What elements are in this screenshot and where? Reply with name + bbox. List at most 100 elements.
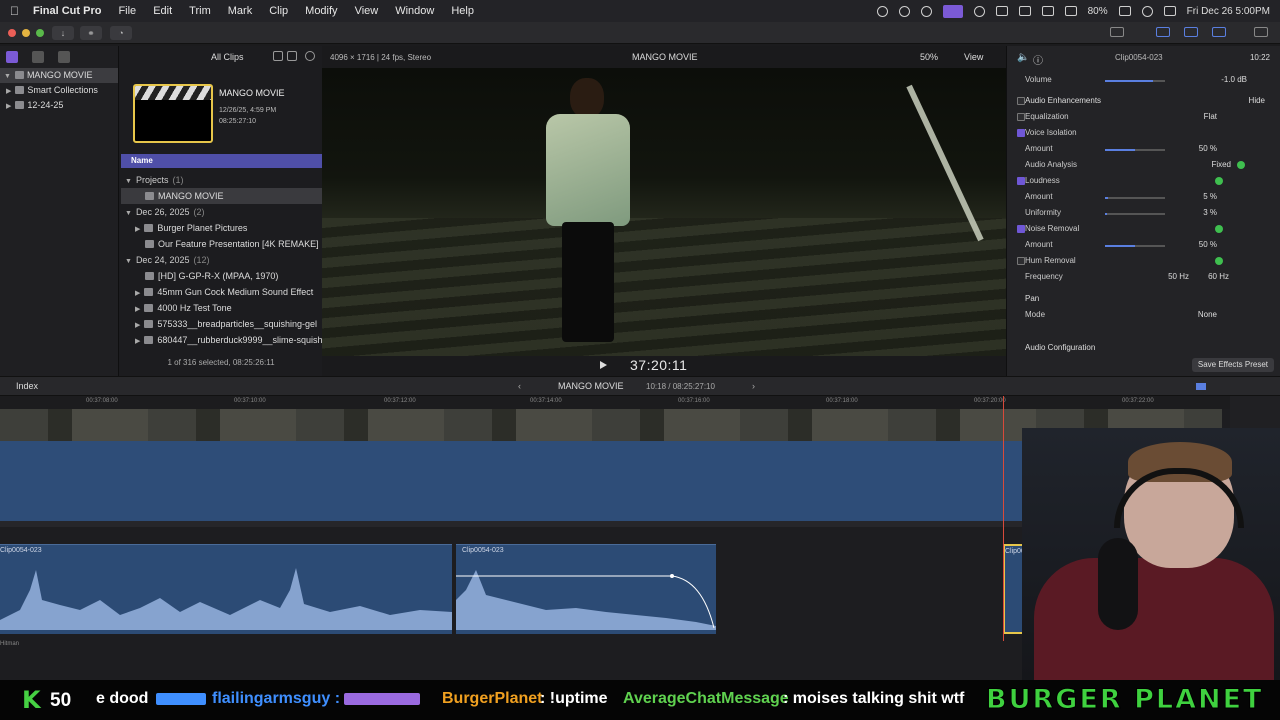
menu-trim[interactable]: Trim xyxy=(189,5,211,17)
disclosure-open-icon[interactable]: ▼ xyxy=(125,178,132,185)
list-item[interactable]: Our Feature Presentation [4K REMAKE] xyxy=(121,236,323,252)
apple-icon[interactable]:  xyxy=(10,4,19,18)
clock[interactable]: Fri Dec 26 5:00PM xyxy=(1187,6,1270,17)
menu-modify[interactable]: Modify xyxy=(305,5,337,17)
voice-isolation-slider[interactable] xyxy=(1105,149,1165,151)
disclosure-closed-icon[interactable]: ▶ xyxy=(135,226,140,233)
disclosure-closed-icon[interactable]: ▶ xyxy=(135,338,140,345)
disclosure-open-icon[interactable]: ▼ xyxy=(125,258,132,265)
audio-inspector-icon[interactable]: 🔈 xyxy=(1017,52,1029,63)
volume-slider[interactable] xyxy=(1105,80,1165,82)
name-column-header[interactable]: Name xyxy=(121,154,323,168)
menu-help[interactable]: Help xyxy=(451,5,474,17)
history-forward-icon[interactable]: › xyxy=(752,381,755,391)
menu-edit[interactable]: Edit xyxy=(153,5,172,17)
close-window-button[interactable] xyxy=(8,29,16,37)
project-thumbnail[interactable] xyxy=(133,84,213,143)
loudness-amount-slider[interactable] xyxy=(1105,197,1165,199)
history-back-icon[interactable]: ‹ xyxy=(518,381,521,391)
keywords-button[interactable]: ⚭ xyxy=(80,26,102,40)
volume-value[interactable]: -1.0 dB xyxy=(1221,75,1247,84)
photos-audio-tab-icon[interactable] xyxy=(32,51,44,63)
hide-button[interactable]: Hide xyxy=(1249,96,1265,105)
screen-share-icon[interactable] xyxy=(942,4,963,18)
background-tasks-button[interactable]: ◔ xyxy=(110,26,132,40)
disclosure-closed-icon[interactable]: ▶ xyxy=(135,322,140,329)
sidebar-item-library[interactable]: ▼ MANGO MOVIE xyxy=(0,68,118,83)
sidebar-item-event[interactable]: ▶ 12-24-25 xyxy=(0,98,118,113)
list-view-icon[interactable] xyxy=(287,51,297,61)
list-item[interactable]: ▶ 4000 Hz Test Tone xyxy=(121,300,323,316)
list-item[interactable]: ▶ 680447__rubberduck9999__slime-squish xyxy=(121,332,323,348)
list-item-group[interactable]: ▼ Dec 26, 2025 (2) xyxy=(121,204,323,220)
workspace-icon[interactable] xyxy=(1110,27,1124,37)
search-icon[interactable] xyxy=(305,51,315,61)
volume-icon[interactable] xyxy=(995,6,1008,16)
view-menu[interactable]: View xyxy=(964,52,983,62)
time-ruler[interactable]: 00:37:08:00 00:37:10:00 00:37:12:00 00:3… xyxy=(0,396,1230,409)
enhancements-toggle[interactable] xyxy=(1017,97,1025,105)
info-icon[interactable]: ⓘ xyxy=(1033,52,1043,67)
menu-mark[interactable]: Mark xyxy=(228,5,252,17)
disclosure-closed-icon[interactable]: ▶ xyxy=(135,290,140,297)
snapping-icon[interactable] xyxy=(1196,383,1206,390)
uniformity-slider[interactable] xyxy=(1105,213,1165,215)
hum-removal-checkbox[interactable] xyxy=(1017,257,1025,265)
disclosure-closed-icon[interactable]: ▶ xyxy=(135,306,140,313)
play-button[interactable] xyxy=(600,361,607,369)
library-toggle-icon[interactable] xyxy=(1156,27,1170,37)
zoom-window-button[interactable] xyxy=(36,29,44,37)
battery-icon[interactable] xyxy=(1118,6,1131,16)
menu-clip[interactable]: Clip xyxy=(269,5,288,17)
noise-removal-amount[interactable]: 50 % xyxy=(1199,240,1217,249)
list-item[interactable]: ▶ 45mm Gun Cock Medium Sound Effect xyxy=(121,284,323,300)
titles-generators-tab-icon[interactable] xyxy=(58,51,70,63)
menu-window[interactable]: Window xyxy=(395,5,434,17)
timeline-toggle-icon[interactable] xyxy=(1184,27,1198,37)
clip-filter-select[interactable]: All Clips xyxy=(211,52,244,62)
control-center-icon[interactable] xyxy=(1163,6,1176,16)
timecode-display[interactable]: 37:20:11 xyxy=(630,357,687,373)
libraries-tab-icon[interactable] xyxy=(6,51,18,63)
audio-clip[interactable]: Clip0054-023 xyxy=(456,544,716,634)
sidebar-item-smart-collections[interactable]: ▶ Smart Collections xyxy=(0,83,118,98)
menu-view[interactable]: View xyxy=(355,5,379,17)
disclosure-open-icon[interactable]: ▼ xyxy=(125,210,132,217)
disclosure-open-icon[interactable]: ▼ xyxy=(4,73,11,80)
menu-app[interactable]: Final Cut Pro xyxy=(33,5,101,17)
timeline-project-name[interactable]: MANGO MOVIE xyxy=(558,381,624,391)
noise-removal-checkbox[interactable] xyxy=(1017,225,1025,233)
uniformity-value[interactable]: 3 % xyxy=(1203,208,1217,217)
play-icon[interactable] xyxy=(973,5,985,17)
clip-appearance-icon[interactable] xyxy=(273,51,283,61)
list-item[interactable]: MANGO MOVIE xyxy=(121,188,323,204)
sync-icon[interactable] xyxy=(920,5,932,17)
record-icon[interactable] xyxy=(876,5,888,17)
pan-mode-select[interactable]: None xyxy=(1198,310,1217,319)
menu-file[interactable]: File xyxy=(118,5,136,17)
globe-icon[interactable] xyxy=(898,5,910,17)
voice-isolation-checkbox[interactable] xyxy=(1017,129,1025,137)
wifi-icon[interactable] xyxy=(1064,6,1077,16)
frequency-50-option[interactable]: 50 Hz xyxy=(1168,272,1189,281)
frequency-60-option[interactable]: 60 Hz xyxy=(1208,272,1229,281)
list-item[interactable]: ▶ Burger Planet Pictures xyxy=(121,220,323,236)
save-effects-preset-button[interactable]: Save Effects Preset xyxy=(1191,358,1274,372)
share-icon[interactable] xyxy=(1254,27,1268,37)
list-item-group[interactable]: ▼ Projects (1) xyxy=(121,172,323,188)
playhead[interactable] xyxy=(1003,396,1004,641)
list-item-group[interactable]: ▼ Dec 24, 2025 (12) xyxy=(121,252,323,268)
zoom-select[interactable]: 50% xyxy=(920,52,938,62)
import-button[interactable]: ↓ xyxy=(52,26,74,40)
display-icon[interactable] xyxy=(1018,6,1031,16)
loudness-amount[interactable]: 5 % xyxy=(1203,192,1217,201)
noise-removal-slider[interactable] xyxy=(1105,245,1165,247)
disclosure-closed-icon[interactable]: ▶ xyxy=(6,103,11,110)
audio-configuration-title[interactable]: Audio Configuration xyxy=(1025,343,1095,352)
loudness-checkbox[interactable] xyxy=(1017,177,1025,185)
minimize-window-button[interactable] xyxy=(22,29,30,37)
equalization-select[interactable]: Flat xyxy=(1204,112,1217,121)
audio-clip[interactable]: Clip0054-023 xyxy=(0,544,452,634)
inspector-toggle-icon[interactable] xyxy=(1212,27,1226,37)
voice-isolation-amount[interactable]: 50 % xyxy=(1199,144,1217,153)
